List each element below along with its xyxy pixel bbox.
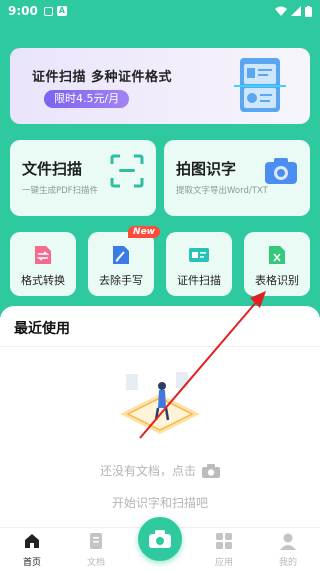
file-scan-subtitle: 一键生成PDF扫描件 — [22, 186, 99, 196]
promo-banner[interactable]: 证件扫描 多种证件格式 限时4.5元/月 — [10, 48, 310, 124]
nav-home[interactable]: 首页 — [12, 532, 52, 568]
empty-state-illustration-icon — [120, 372, 200, 434]
nav-home-label: 首页 — [22, 558, 41, 568]
id-card-icon — [189, 248, 209, 262]
banner-title: 证件扫描 多种证件格式 — [32, 70, 173, 85]
wifi-icon — [275, 6, 287, 16]
user-icon — [280, 533, 296, 550]
battery-icon — [305, 5, 312, 17]
photo-ocr-title: 拍图识字 — [176, 160, 237, 178]
remove-handwriting-card[interactable]: New 去除手写 — [88, 226, 160, 296]
camera-icon — [202, 464, 220, 478]
notification-icon — [43, 6, 53, 16]
photo-ocr-subtitle: 提取文字导出Word/TXT — [176, 186, 268, 196]
id-scan-card[interactable]: 证件扫描 — [166, 232, 232, 296]
status-time: 9:00 — [8, 4, 38, 18]
id-scan-illustration-icon — [234, 58, 286, 112]
apps-grid-icon — [216, 533, 232, 549]
nav-apps-label: 应用 — [214, 558, 233, 568]
camera-icon — [265, 158, 297, 184]
empty-message-line1: 还没有文档，点击 — [0, 462, 320, 479]
document-icon — [90, 533, 102, 549]
nav-apps[interactable]: 应用 — [204, 532, 244, 568]
remove-handwriting-label: 去除手写 — [99, 274, 143, 287]
table-recognition-label: 表格识别 — [255, 274, 299, 287]
table-recognition-card[interactable]: 表格识别 — [244, 232, 310, 296]
status-bar: 9:00 A — [0, 0, 320, 22]
camera-fab-button[interactable] — [138, 517, 182, 561]
banner-price-pill: 限时4.5元/月 — [44, 90, 130, 108]
home-icon — [25, 534, 39, 548]
divider — [0, 346, 320, 347]
photo-ocr-card[interactable]: 拍图识字 提取文字导出Word/TXT — [164, 140, 310, 216]
excel-icon — [269, 246, 285, 264]
signal-icon — [291, 6, 301, 16]
new-badge: New — [128, 226, 160, 238]
empty-message-text: 还没有文档，点击 — [99, 464, 196, 478]
nav-mine[interactable]: 我的 — [268, 532, 308, 568]
nav-docs-label: 文档 — [86, 558, 105, 568]
file-scan-title: 文件扫描 — [22, 160, 83, 178]
nav-mine-label: 我的 — [278, 558, 297, 568]
app-notification-icon: A — [56, 6, 67, 16]
camera-icon — [149, 530, 171, 548]
recent-title: 最近使用 — [14, 321, 70, 337]
nav-docs[interactable]: 文档 — [76, 532, 116, 568]
convert-icon — [35, 246, 51, 264]
format-convert-label: 格式转换 — [21, 274, 65, 287]
file-scan-card[interactable]: 文件扫描 一键生成PDF扫描件 — [10, 140, 156, 216]
empty-message-line2: 开始识字和扫描吧 — [111, 496, 208, 510]
scan-frame-icon — [110, 154, 144, 188]
id-scan-label: 证件扫描 — [177, 274, 221, 287]
erase-handwriting-icon — [113, 246, 129, 264]
format-convert-card[interactable]: 格式转换 — [10, 232, 76, 296]
